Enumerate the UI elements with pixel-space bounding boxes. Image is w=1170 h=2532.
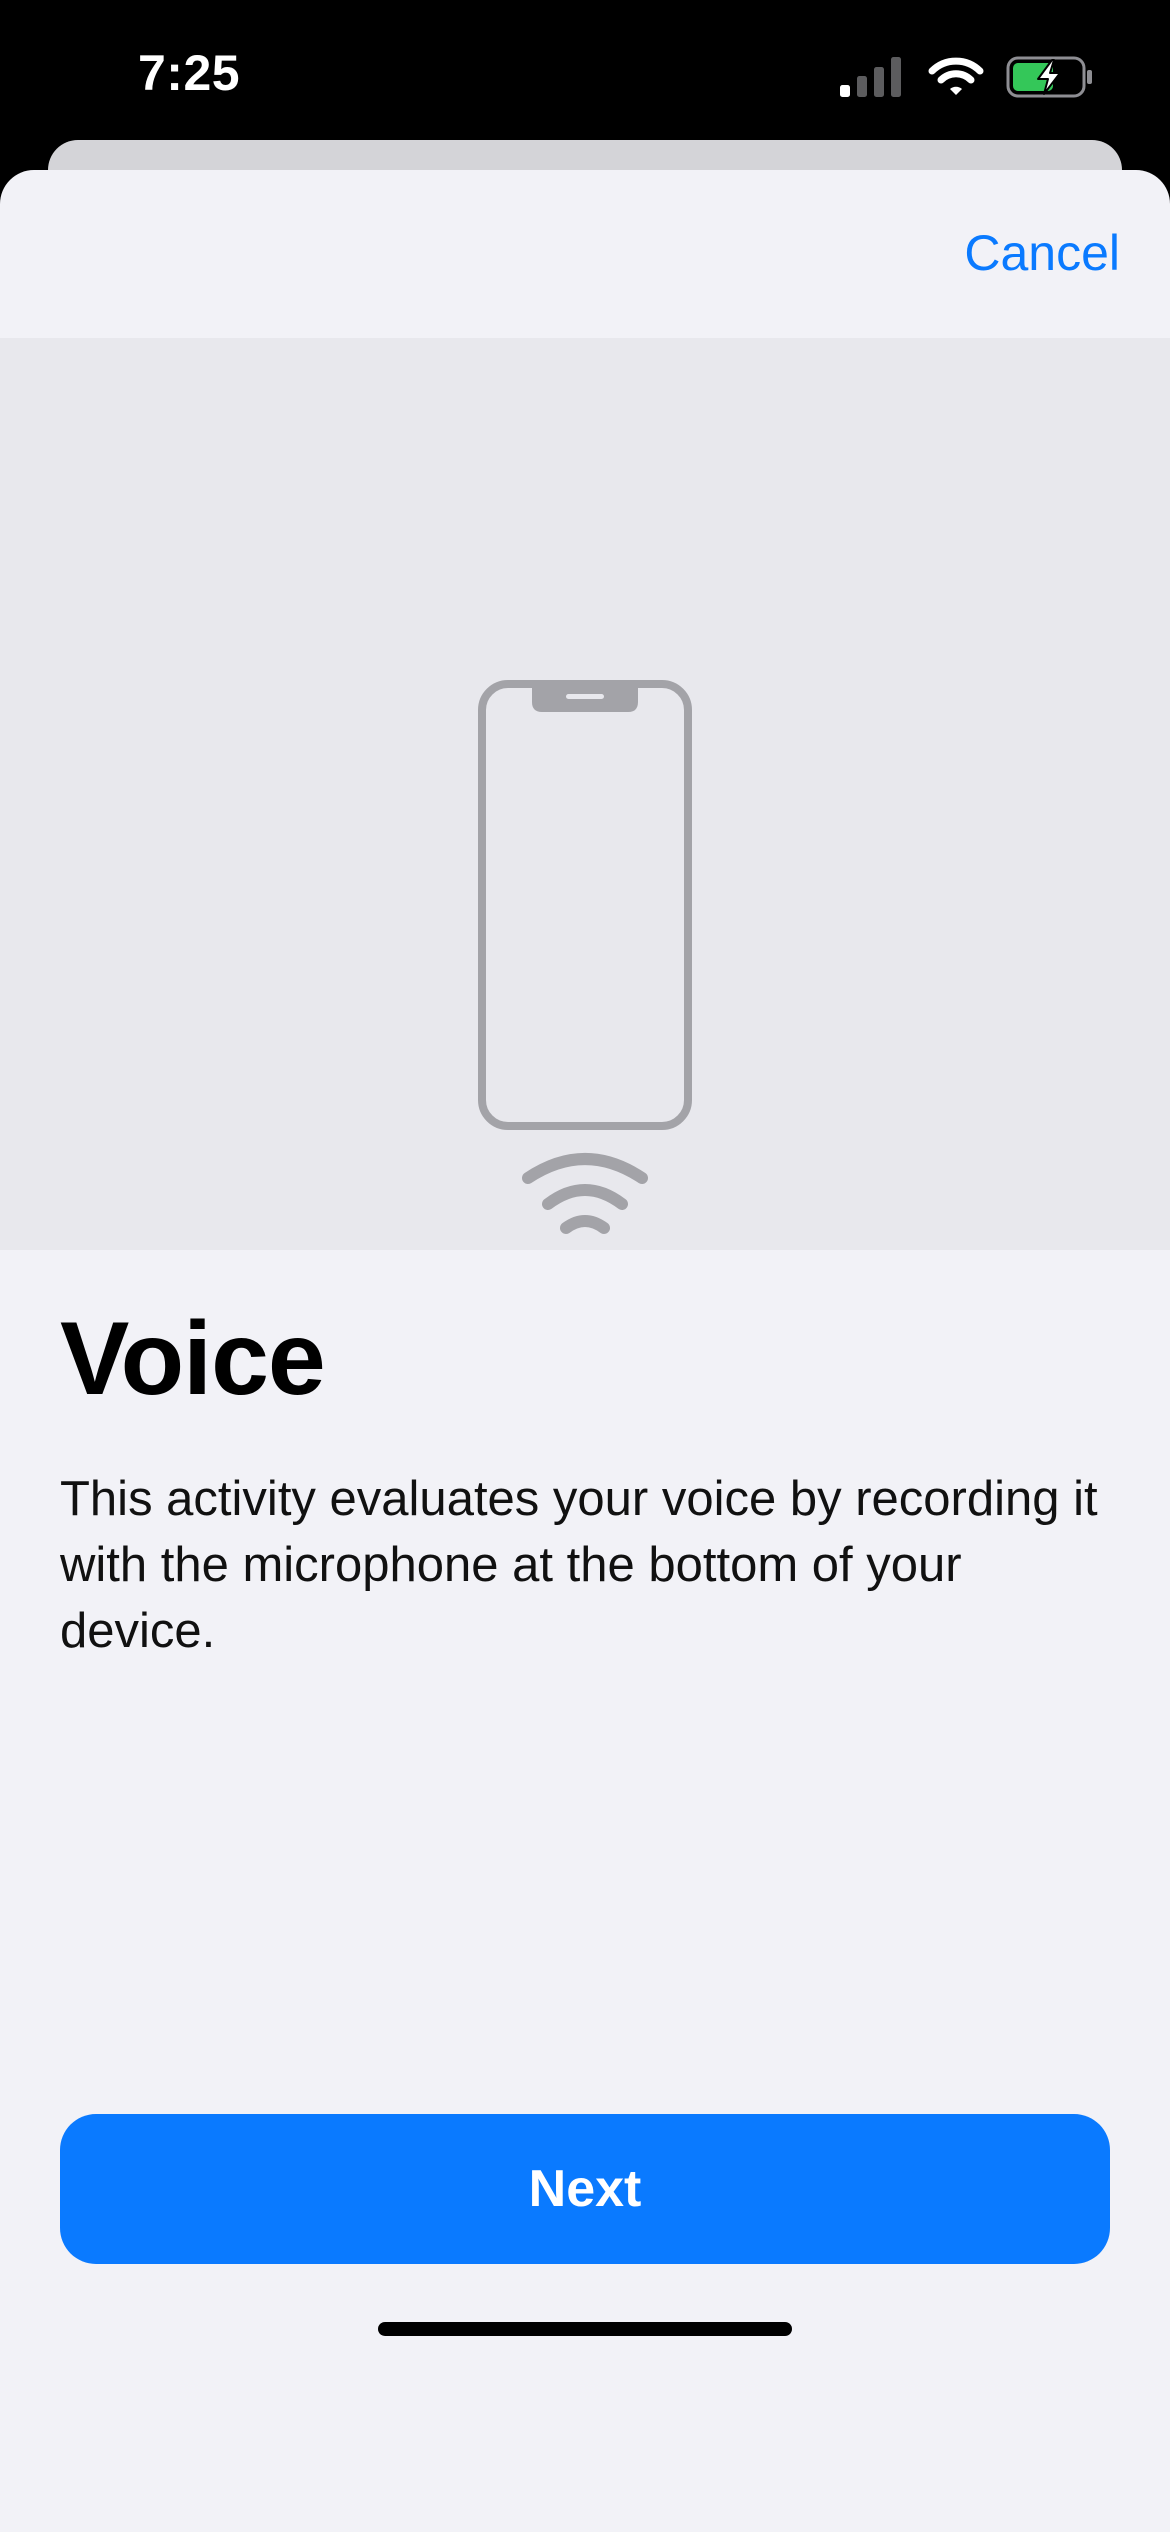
activity-description: This activity evaluates your voice by re… <box>60 1472 1098 1658</box>
page-title: Voice <box>60 1301 326 1417</box>
status-icons <box>840 54 1094 100</box>
wifi-icon <box>928 57 984 95</box>
iphone-outline-icon <box>478 680 692 1130</box>
next-button[interactable]: Next <box>60 2114 1110 2264</box>
home-indicator[interactable] <box>378 2322 792 2336</box>
battery-charging-icon <box>1006 56 1092 98</box>
status-bar: 7:25 <box>0 0 1170 140</box>
screen: 7:25 Cancel Voice This activity evaluate… <box>0 0 1170 2532</box>
cancel-button[interactable]: Cancel <box>964 224 1120 282</box>
sound-waves-icon <box>522 1153 648 1234</box>
status-time: 7:25 <box>138 45 241 101</box>
cellular-signal-icon <box>840 57 901 97</box>
hero-illustration-area <box>0 338 1170 1250</box>
modal-sheet: Cancel Voice This activity evaluates you… <box>0 170 1170 2532</box>
